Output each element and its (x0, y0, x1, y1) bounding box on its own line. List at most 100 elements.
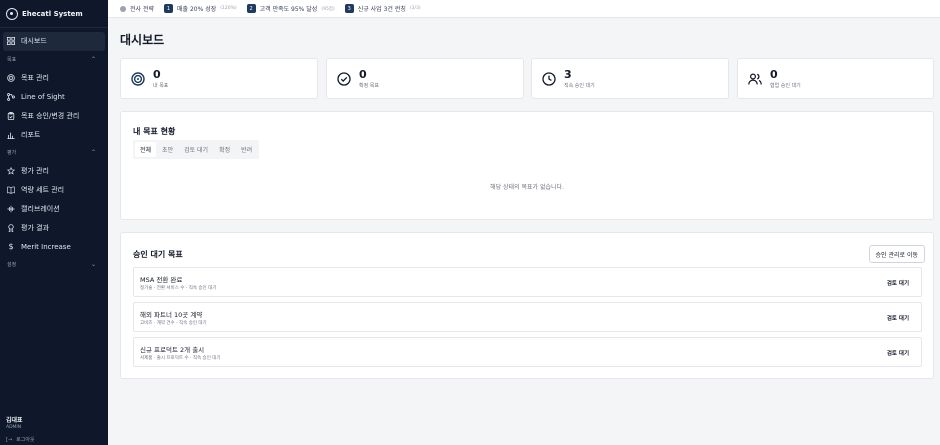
stat-card-collab-approvals: 0 협업 승인 대기 (737, 58, 934, 99)
users-icon (748, 72, 762, 86)
sidebar-item-goal-management[interactable]: 목표 관리 (3, 69, 105, 88)
sidebar-item-label: Line of Sight (21, 92, 65, 101)
sidebar-item-label: 목표 승인/변경 관리 (21, 111, 80, 120)
tab-rejected[interactable]: 반려 (236, 142, 257, 157)
sidebar-item-dashboard[interactable]: 대시보드 (3, 32, 105, 51)
sidebar-item-calibration[interactable]: 캘리브레이션 (3, 200, 105, 219)
strategy-goal-1[interactable]: 1 매출 20% 성장 (120%) (164, 4, 237, 13)
clock-icon (542, 71, 556, 86)
user-name: 김대표 (6, 417, 23, 424)
pending-approval-panel: 승인 대기 목표 승인 관리로 이동 MSA 전환 완료 정기술 · 전환 서비… (120, 232, 934, 379)
chevron-up-icon: ⌃ (90, 56, 96, 64)
stat-label: 직속 승인 대기 (564, 82, 595, 89)
dollar-icon: $ (8, 242, 14, 252)
target-icon (131, 71, 145, 86)
goal-number-badge: 2 (246, 4, 256, 13)
brand-name: Ehecatl System (22, 9, 83, 18)
hierarchy-icon (7, 93, 15, 101)
chevron-down-icon: ⌄ (90, 261, 96, 269)
status-badge: 검토 대기 (886, 351, 909, 357)
section-label: 목표 (7, 57, 17, 64)
logout-label: 로그아웃 (16, 437, 35, 443)
stat-label: 내 목표 (153, 82, 169, 89)
goal-label: 고객 만족도 95% 달성 (259, 6, 318, 13)
sidebar-item-merit-increase[interactable]: $ Merit Increase (3, 237, 105, 256)
target-icon (7, 74, 15, 82)
sidebar-item-goal-approval[interactable]: 목표 승인/변경 관리 (3, 106, 105, 125)
sidebar-item-label: 대시보드 (21, 37, 47, 46)
grid-icon (7, 37, 15, 46)
sidebar-item-label: 리포트 (21, 130, 41, 139)
logout-icon: [→ (6, 436, 13, 443)
sidebar-item-evaluation-results[interactable]: 평가 결과 (3, 218, 105, 237)
chevron-up-icon: ⌃ (90, 149, 96, 157)
user-info: 김대표 ADMIN (6, 415, 23, 430)
approval-row-title: MSA 전환 완료 (140, 276, 183, 284)
strategy-goal-3[interactable]: 3 신규 사업 3건 런칭 (3/3) (344, 4, 421, 13)
stat-card-my-goals: 0 내 목표 (120, 58, 318, 99)
section-goals[interactable]: 목표 ⌃ (3, 51, 105, 69)
approval-row[interactable]: 신규 프로덕트 2개 출시 서제품 · 출시 프로덕트 수 · 직속 승인 대기… (133, 337, 922, 367)
goal-progress: (95점) (321, 6, 335, 12)
my-goals-panel: 내 목표 현황 전체 초안 검토 대기 확정 반려 해당 상태의 목표가 없습니… (120, 111, 934, 220)
brand[interactable]: Ehecatl System (0, 0, 108, 28)
section-evaluation[interactable]: 평가 ⌃ (3, 144, 105, 162)
empty-state-message: 해당 상태의 목표가 없습니다. (490, 184, 564, 191)
sidebar-item-reports[interactable]: 리포트 (3, 125, 105, 144)
sidebar-item-label: 캘리브레이션 (21, 204, 60, 213)
award-icon (7, 224, 15, 232)
goal-label: 매출 20% 성장 (177, 6, 217, 13)
sidebar-item-label: Merit Increase (21, 242, 71, 251)
sidebar: Ehecatl System 대시보드 목표 ⌃ 목표 관리 Line of S… (0, 0, 108, 445)
company-strategy[interactable]: 전사 전략 (120, 4, 154, 13)
stat-card-confirmed-goals: 0 확정 목표 (326, 58, 524, 99)
check-circle-icon (337, 71, 351, 86)
section-settings[interactable]: 설정 ⌄ (3, 256, 105, 274)
strategy-dot-icon (120, 5, 126, 12)
goal-progress: (120%) (220, 6, 237, 11)
approval-row[interactable]: 해외 파트너 10곳 계약 고비즈 · 계약 건수 · 직속 승인 대기 검토 … (133, 302, 922, 332)
approval-row-title: 해외 파트너 10곳 계약 (140, 311, 203, 319)
approval-row-title: 신규 프로덕트 2개 출시 (140, 346, 205, 354)
stat-value: 0 (770, 67, 778, 81)
panel-title: 승인 대기 목표 (133, 250, 183, 259)
tab-pending-review[interactable]: 검토 대기 (179, 142, 213, 157)
tab-all[interactable]: 전체 (135, 142, 157, 157)
goal-progress: (3/3) (409, 6, 421, 11)
sidebar-item-label: 평가 결과 (21, 223, 49, 232)
status-badge: 검토 대기 (886, 281, 909, 287)
sidebar-item-label: 평가 관리 (21, 167, 49, 176)
approval-row-meta: 서제품 · 출시 프로덕트 수 · 직속 승인 대기 (140, 356, 221, 361)
star-icon (7, 167, 15, 175)
company-strategy-label: 전사 전략 (130, 6, 154, 13)
clipboard-icon (7, 111, 15, 120)
stat-value: 0 (153, 67, 161, 81)
tab-confirmed[interactable]: 확정 (214, 142, 235, 157)
approval-row[interactable]: MSA 전환 완료 정기술 · 전환 서비스 수 · 직속 승인 대기 검토 대… (133, 267, 922, 297)
sidebar-item-line-of-sight[interactable]: Line of Sight (3, 88, 105, 107)
logo-icon (6, 7, 18, 20)
panel-title: 내 목표 현황 (133, 127, 176, 136)
approval-row-meta: 정기술 · 전환 서비스 수 · 직속 승인 대기 (140, 286, 217, 291)
tab-draft[interactable]: 초안 (157, 142, 178, 157)
section-label: 평가 (7, 150, 17, 157)
stat-value: 3 (564, 67, 572, 81)
goal-number-badge: 3 (344, 4, 354, 13)
strategy-bar: 전사 전략 1 매출 20% 성장 (120%) 2 고객 만족도 95% 달성… (108, 0, 940, 18)
sliders-icon (7, 205, 15, 213)
goal-number-badge: 1 (164, 4, 173, 13)
page-title: 대시보드 (120, 33, 165, 47)
sidebar-item-competency-set[interactable]: 역량 세트 관리 (3, 181, 105, 200)
logout-button[interactable]: [→ 로그아웃 (6, 436, 35, 444)
stat-card-direct-approvals: 3 직속 승인 대기 (531, 58, 729, 99)
strategy-goal-2[interactable]: 2 고객 만족도 95% 달성 (95점) (246, 4, 335, 13)
stat-label: 확정 목표 (359, 82, 379, 89)
sidebar-item-label: 역량 세트 관리 (21, 186, 65, 195)
sidebar-item-evaluation-management[interactable]: 평가 관리 (3, 162, 105, 181)
bar-chart-icon (7, 131, 15, 139)
status-badge: 검토 대기 (886, 316, 909, 322)
go-to-approvals-button[interactable]: 승인 관리로 이동 (868, 245, 925, 263)
stat-label: 협업 승인 대기 (770, 82, 801, 89)
sidebar-nav: 대시보드 목표 ⌃ 목표 관리 Line of Sight 목표 승인/변경 관… (0, 28, 108, 276)
approval-row-meta: 고비즈 · 계약 건수 · 직속 승인 대기 (140, 321, 207, 326)
